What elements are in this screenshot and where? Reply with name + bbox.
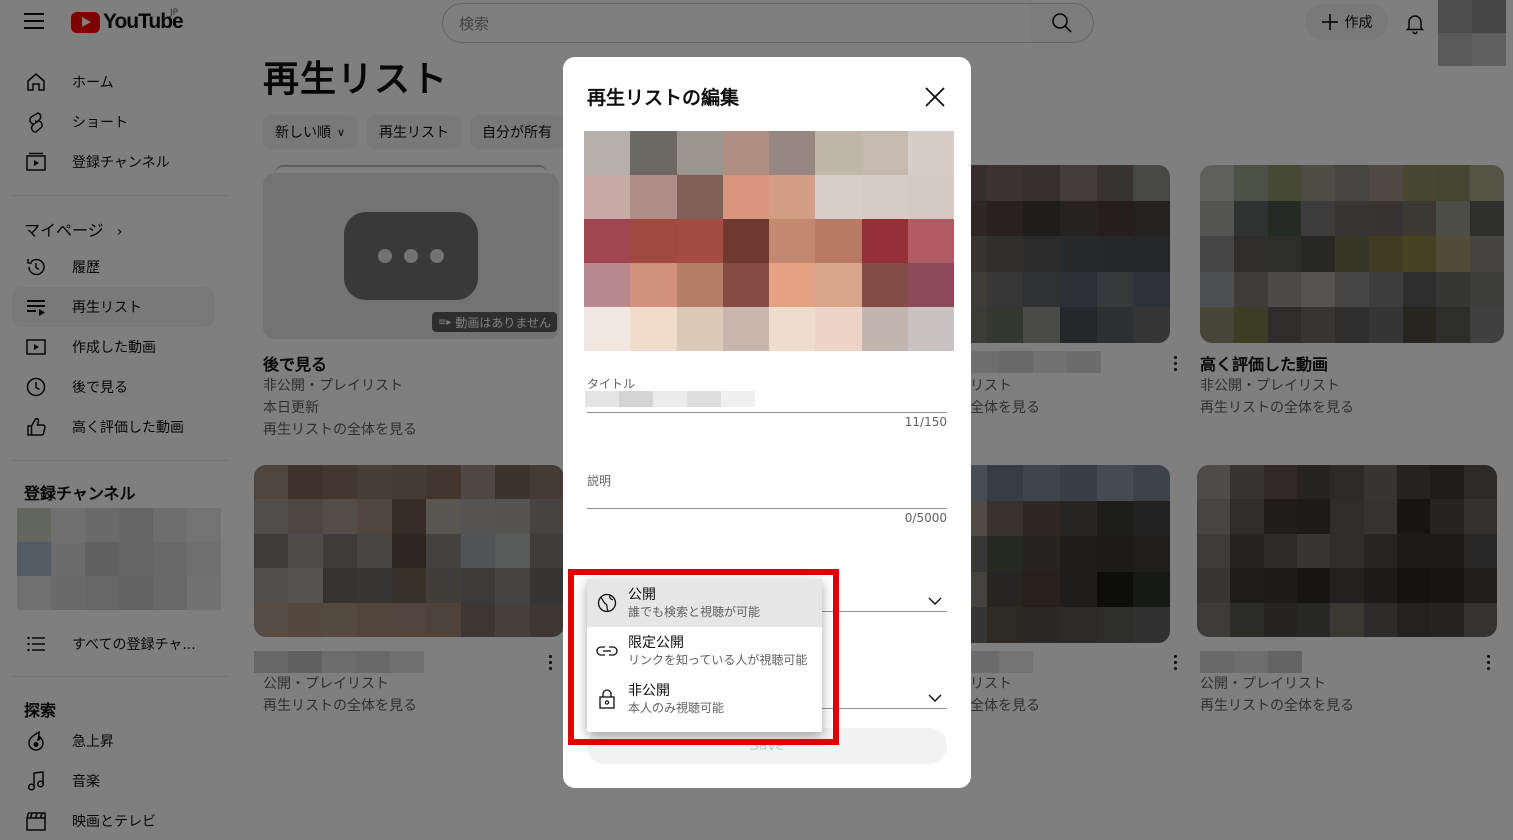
title-field-value-blurred[interactable] bbox=[585, 391, 755, 407]
chevron-down-icon[interactable] bbox=[927, 593, 943, 609]
playlist-cover-thumbnail bbox=[584, 131, 954, 351]
description-char-count: 0/5000 bbox=[904, 511, 947, 525]
title-char-count: 11/150 bbox=[904, 415, 947, 429]
title-field-label: タイトル bbox=[587, 377, 636, 391]
close-icon[interactable] bbox=[923, 85, 947, 109]
highlight-annotation-box bbox=[568, 569, 839, 745]
title-field-underline bbox=[587, 412, 947, 413]
dialog-title: 再生リストの編集 bbox=[587, 87, 740, 109]
description-field-underline[interactable] bbox=[587, 508, 947, 509]
description-field-label: 説明 bbox=[587, 474, 612, 488]
chevron-down-icon[interactable] bbox=[927, 690, 943, 706]
